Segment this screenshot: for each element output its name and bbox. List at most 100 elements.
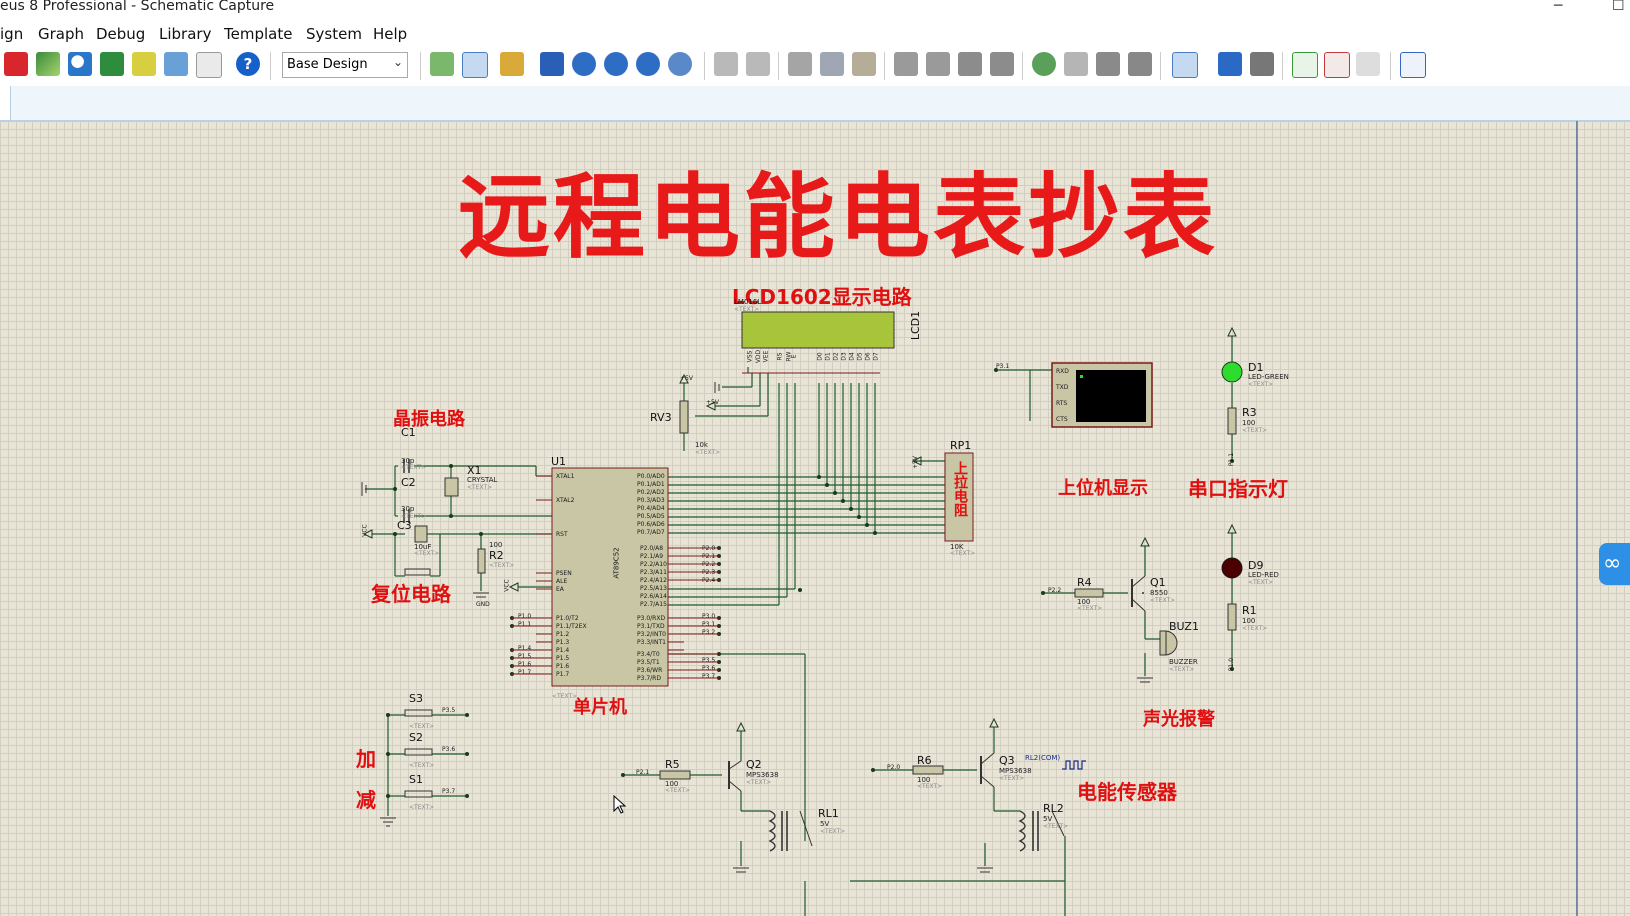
s3-net: P3.5 [442, 707, 456, 714]
refresh-icon[interactable] [430, 52, 454, 76]
terminal-pin-rxd: RXD [1056, 368, 1069, 375]
bom-icon[interactable] [132, 52, 156, 76]
menu-library[interactable]: Library [159, 25, 211, 43]
block-copy-icon[interactable] [894, 52, 918, 76]
block-delete-icon[interactable] [990, 52, 1014, 76]
paste-icon[interactable] [852, 52, 876, 76]
zoom-area-icon[interactable] [668, 52, 692, 76]
u1-ref: U1 [551, 455, 567, 468]
net-p16: P1.6 [518, 661, 532, 668]
block-rotate-icon[interactable] [958, 52, 982, 76]
s2-text: <TEXT> [409, 762, 435, 769]
net-p11: P1.1 [518, 621, 532, 628]
buz1-text: <TEXT> [1169, 666, 1195, 673]
q3-text: <TEXT> [999, 775, 1025, 782]
q1-model: 8550 [1150, 589, 1168, 597]
design-selector-value: Base Design [287, 57, 368, 72]
net-5v-rv3: +5V [680, 375, 693, 382]
net-p10-led: P1.0 [1228, 657, 1236, 672]
terminal-pin-rts: RTS [1056, 400, 1068, 407]
cut-icon[interactable] [788, 52, 812, 76]
u1-pin-p33: P3.3/INT1 [637, 639, 666, 646]
zoom-all-icon[interactable] [636, 52, 660, 76]
u1-pin-p14: P1.4 [556, 647, 570, 654]
packaging-icon[interactable] [1096, 52, 1120, 76]
s1-net: P3.7 [442, 788, 456, 795]
q2-ref: Q2 [746, 758, 762, 771]
label-mcu: 单片机 [573, 697, 627, 718]
wire-autorouter-icon[interactable] [1172, 52, 1198, 78]
net-p23-out: P2.3 [702, 569, 716, 576]
net-p20: P2.0 [887, 764, 901, 771]
net-p21: P2.1 [636, 769, 650, 776]
lcd1-ref: LCD1 [909, 310, 923, 341]
u1-pin-p22: P2.2/A10 [640, 561, 667, 568]
net-p37-out: P3.7 [702, 673, 716, 680]
make-device-icon[interactable] [1064, 52, 1088, 76]
lcd-pin-d6: D6 [864, 352, 872, 361]
rl1-value: 5V [820, 820, 830, 828]
d9-text: <TEXT> [1248, 579, 1274, 586]
search-parts-icon[interactable] [68, 52, 92, 76]
remove-sheet-icon[interactable] [1324, 52, 1350, 78]
buz1-model: BUZZER [1169, 658, 1198, 666]
x1-model: CRYSTAL [467, 476, 498, 484]
rp1-text: <TEXT> [950, 550, 976, 557]
lcd-pin-d4: D4 [848, 352, 856, 361]
side-share-button[interactable]: ∞ [1599, 543, 1630, 585]
net-5v-lcd: +5V [706, 399, 719, 406]
copy-icon[interactable] [820, 52, 844, 76]
schematic-canvas[interactable]: 远程电能电表抄表 LCD1602显示电路 晶振电路 复位电路 单片机 上位机显示… [0, 121, 1630, 916]
help-icon[interactable]: ? [236, 52, 260, 76]
new-sheet-icon[interactable] [1292, 52, 1318, 78]
rp1-ref: RP1 [950, 439, 972, 452]
menu-design[interactable]: ign [0, 25, 23, 43]
pan-icon[interactable] [540, 52, 564, 76]
goto-sheet-icon[interactable] [1356, 52, 1380, 76]
document-tab-strip [0, 86, 1630, 121]
zoom-out-icon[interactable] [604, 52, 628, 76]
code-icon[interactable] [164, 52, 188, 76]
net-5v-rp1: +5V [911, 456, 919, 469]
x1-text: <TEXT> [467, 484, 493, 491]
block-move-icon[interactable] [926, 52, 950, 76]
pcb-icon[interactable] [100, 52, 124, 76]
d1-model: LED-GREEN [1248, 373, 1289, 381]
q3-ref: Q3 [999, 754, 1015, 767]
back-annotate-icon[interactable] [36, 52, 60, 76]
netlist-icon[interactable] [1400, 52, 1426, 78]
menu-graph[interactable]: Graph [38, 25, 84, 43]
lcd-pin-e: E [790, 354, 798, 359]
decompose-icon[interactable] [1128, 52, 1152, 76]
maximize-button[interactable]: ☐ [1612, 0, 1625, 14]
search-tag-icon[interactable] [1218, 52, 1242, 76]
u1-pin-p02: P0.2/AD2 [637, 489, 665, 496]
lcd1-text: <TEXT> [734, 306, 760, 313]
chip-icon[interactable] [4, 52, 28, 76]
menu-template[interactable]: Template [224, 25, 292, 43]
menu-system[interactable]: System [306, 25, 362, 43]
c1-ref: C1 [401, 426, 416, 439]
schematic-tab[interactable] [0, 86, 11, 120]
u1-pin-p25: P2.5/A13 [640, 585, 667, 592]
undo-icon[interactable] [714, 52, 738, 76]
pick-device-icon[interactable] [1032, 52, 1056, 76]
lcd-pin-vee: VEE [762, 350, 770, 363]
document-icon[interactable] [196, 52, 222, 78]
menu-debug[interactable]: Debug [96, 25, 145, 43]
minimize-button[interactable]: ─ [1554, 0, 1562, 14]
property-assign-icon[interactable] [1250, 52, 1274, 76]
rv3-ref: RV3 [650, 411, 672, 424]
r1-value: 100 [1242, 617, 1256, 625]
u1-pin-p23: P2.3/A11 [640, 569, 667, 576]
grid-icon[interactable] [462, 52, 488, 78]
lcd-pin-d5: D5 [856, 352, 864, 361]
zoom-in-icon[interactable] [572, 52, 596, 76]
redo-icon[interactable] [746, 52, 770, 76]
s3-ref: S3 [409, 692, 423, 705]
design-selector[interactable]: Base Design ⌄ [282, 52, 408, 78]
r5-text: <TEXT> [665, 787, 691, 794]
c2-ref: C2 [401, 476, 416, 489]
origin-icon[interactable] [500, 52, 524, 76]
menu-help[interactable]: Help [373, 25, 407, 43]
